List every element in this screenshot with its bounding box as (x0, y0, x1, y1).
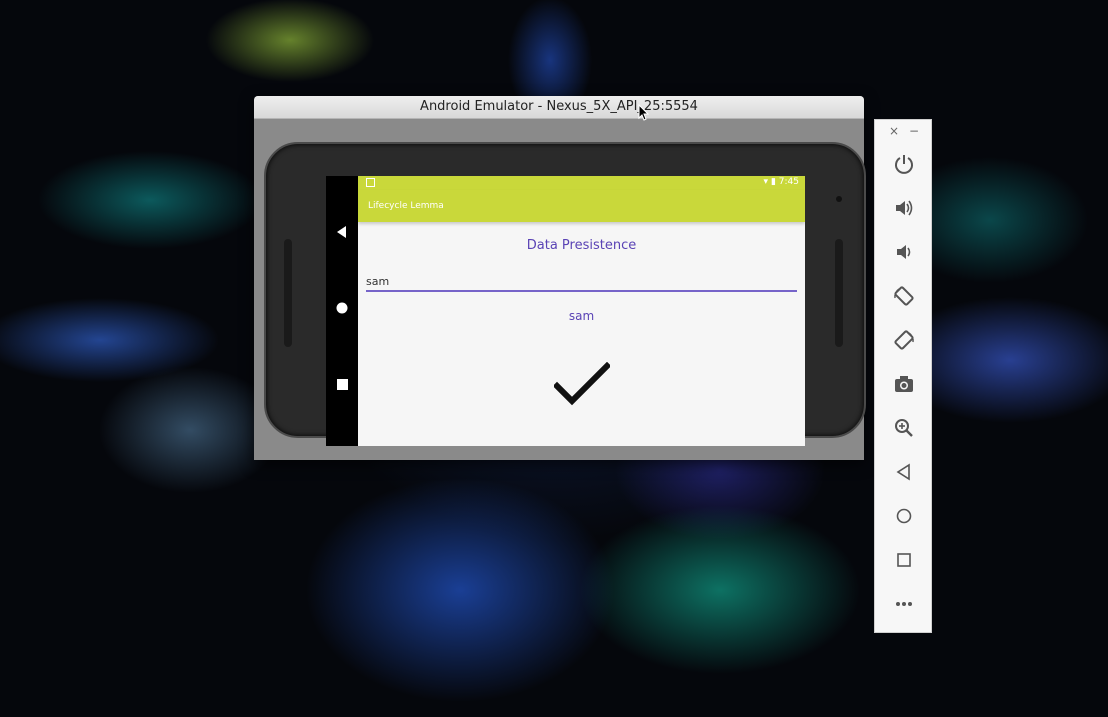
device-screen: ▾ ▮ 7:45 Lifecycle Lemma Data Presistenc… (358, 176, 805, 446)
front-camera (836, 196, 842, 202)
signal-icon: ▾ (763, 177, 769, 187)
volume-down-button[interactable] (889, 237, 919, 267)
volume-down-icon (897, 245, 911, 259)
zoom-icon (895, 419, 913, 437)
home-icon (896, 508, 912, 524)
window-title: Android Emulator - Nexus_5X_API_25:5554 (420, 99, 698, 114)
volume-up-button[interactable] (889, 193, 919, 223)
minimize-icon[interactable]: − (909, 124, 919, 138)
status-time: 7:45 (778, 177, 799, 187)
page-title: Data Presistence (526, 238, 637, 253)
speaker-grille-right (835, 239, 843, 347)
emulator-window: Android Emulator - Nexus_5X_API_25:5554 … (254, 96, 866, 460)
zoom-button[interactable] (889, 413, 919, 443)
mouse-cursor-icon (638, 104, 649, 121)
rotate-left-button[interactable] (889, 281, 919, 311)
home-button[interactable] (889, 501, 919, 531)
emulator-side-toolbar: × − (874, 119, 932, 633)
close-icon[interactable]: × (889, 124, 899, 138)
status-right: ▾ ▮ 7:45 (764, 177, 799, 187)
window-titlebar[interactable]: Android Emulator - Nexus_5X_API_25:5554 (254, 96, 864, 119)
nav-overview-button[interactable] (326, 364, 358, 404)
app-bar: Lifecycle Lemma (358, 190, 805, 222)
overview-icon (897, 553, 911, 567)
emulator-body: ▾ ▮ 7:45 Lifecycle Lemma Data Presistenc… (254, 119, 866, 460)
rotate-right-icon (894, 330, 914, 350)
overview-square-icon (336, 378, 348, 390)
home-circle-icon (336, 302, 348, 314)
rotate-right-button[interactable] (889, 325, 919, 355)
back-triangle-icon (337, 226, 346, 238)
nav-home-button[interactable] (326, 288, 358, 328)
volume-up-icon (896, 200, 913, 216)
speaker-grille-left (284, 239, 292, 347)
back-icon (896, 463, 910, 481)
camera-icon (895, 376, 913, 392)
screenshot-button[interactable] (889, 369, 919, 399)
rotate-left-icon (894, 286, 914, 306)
checkmark-icon (554, 362, 610, 406)
more-icon (896, 602, 912, 606)
echo-text: sam (568, 309, 595, 323)
power-icon (895, 155, 913, 174)
name-input[interactable] (366, 272, 797, 292)
nav-back-button[interactable] (326, 212, 358, 252)
app-title: Lifecycle Lemma (368, 201, 444, 211)
power-button[interactable] (889, 149, 919, 179)
battery-icon: ▮ (770, 177, 776, 187)
notification-icon (366, 178, 375, 187)
status-bar: ▾ ▮ 7:45 (358, 176, 805, 190)
android-nav-bar (326, 176, 358, 446)
back-button[interactable] (889, 457, 919, 487)
more-button[interactable] (889, 589, 919, 619)
overview-button[interactable] (889, 545, 919, 575)
